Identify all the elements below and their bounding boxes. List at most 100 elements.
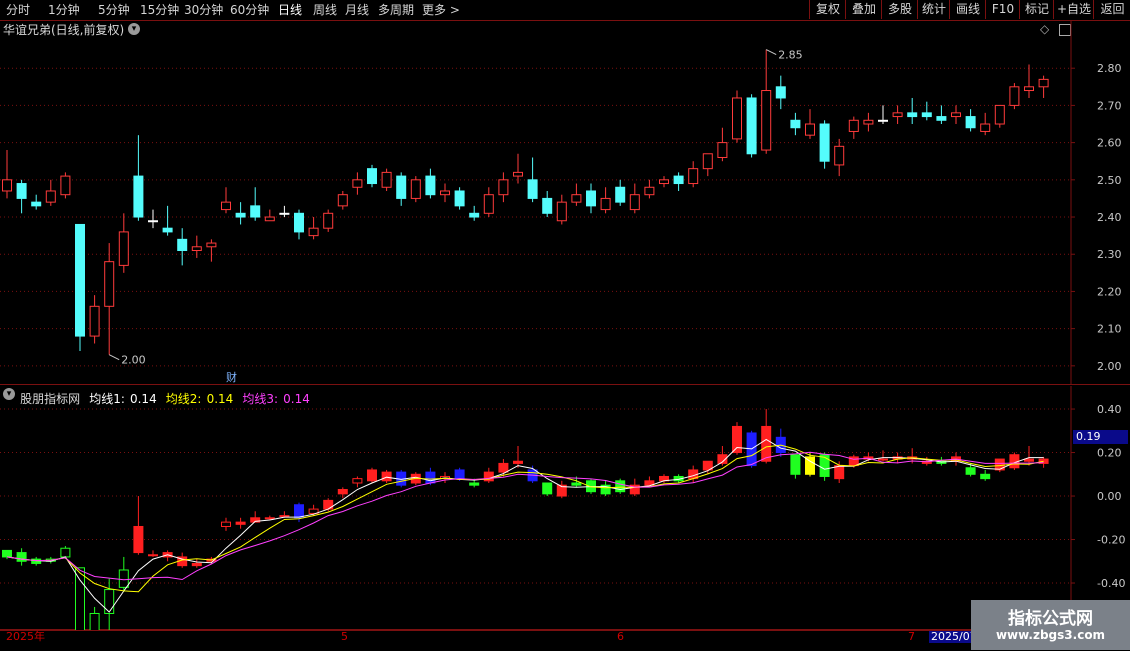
event-marker: 财 — [226, 370, 237, 384]
candle — [498, 172, 509, 203]
y-tick-label: 2.80 — [1097, 62, 1122, 75]
candle-body — [367, 168, 377, 185]
candle — [191, 559, 202, 568]
period-monthly[interactable]: 月线 — [345, 2, 369, 18]
candle-body — [323, 212, 334, 229]
candle-body — [556, 201, 567, 222]
period-30min[interactable]: 30分钟 — [184, 2, 223, 18]
candle — [396, 172, 407, 206]
candle-body — [761, 90, 772, 151]
candle-body — [221, 201, 231, 211]
candle — [483, 187, 494, 218]
candle-body — [264, 517, 275, 520]
statistics-button[interactable]: 统计 — [917, 0, 950, 19]
candle — [352, 172, 363, 195]
period-fenshi[interactable]: 分时 — [6, 2, 30, 18]
candle-body — [162, 227, 173, 233]
period-1min[interactable]: 1分钟 — [48, 2, 80, 18]
candle-body — [75, 223, 85, 337]
candle-body — [16, 183, 27, 199]
y-tick-label: -0.40 — [1097, 577, 1125, 590]
candle — [221, 517, 231, 531]
candle — [31, 556, 42, 566]
candle-body — [673, 175, 684, 185]
candle-body — [133, 175, 144, 218]
add-watchlist-button[interactable]: +自选 — [1053, 0, 1094, 19]
high-pointer — [765, 49, 777, 56]
draw-line-button[interactable]: 画线 — [949, 0, 986, 19]
candle-body — [761, 425, 772, 462]
candle-body — [60, 547, 71, 558]
candle — [440, 183, 450, 203]
candle-body — [1024, 458, 1034, 462]
candle — [294, 209, 304, 240]
candle-body — [527, 179, 538, 199]
candle-body — [454, 190, 465, 207]
candle — [556, 194, 567, 225]
candle-body — [965, 467, 976, 475]
candle — [556, 480, 567, 499]
candle — [89, 606, 100, 630]
candle — [410, 176, 421, 203]
back-button[interactable]: 返回 — [1093, 0, 1130, 19]
candle-body — [644, 186, 655, 196]
candle — [118, 213, 129, 273]
candle — [381, 469, 392, 483]
period-15min[interactable]: 15分钟 — [140, 2, 179, 18]
period-more[interactable]: 更多 > — [422, 2, 460, 18]
candle — [469, 205, 480, 221]
candle-body — [1009, 86, 1020, 106]
candle-body — [352, 478, 363, 484]
candle — [264, 209, 275, 222]
candle — [659, 176, 669, 188]
candle-body — [469, 482, 480, 486]
candle-body — [104, 589, 115, 614]
candle — [221, 187, 231, 214]
y-tick-label: 2.50 — [1097, 174, 1122, 187]
period-60min[interactable]: 60分钟 — [230, 2, 269, 18]
candle-body — [89, 612, 100, 630]
candle-body — [294, 504, 304, 519]
candle-body — [571, 482, 582, 486]
candle-body — [221, 521, 231, 527]
candle — [571, 183, 582, 206]
candle-body — [250, 205, 261, 218]
f10-button[interactable]: F10 — [985, 0, 1020, 19]
multi-stock-button[interactable]: 多股 — [881, 0, 918, 19]
candle-body — [89, 305, 100, 337]
candle-body — [337, 194, 348, 207]
candle-body — [206, 242, 217, 248]
candle — [454, 187, 465, 210]
candle — [542, 190, 553, 218]
low-price-label: 2.00 — [121, 354, 146, 367]
candle-body — [440, 190, 450, 196]
candle — [16, 548, 27, 566]
candle — [133, 135, 144, 221]
candle — [483, 467, 494, 483]
candle — [425, 168, 436, 199]
candle — [527, 157, 538, 203]
candle — [1009, 83, 1020, 110]
candle — [235, 202, 246, 225]
period-5min[interactable]: 5分钟 — [98, 2, 130, 18]
period-multi[interactable]: 多周期 — [378, 2, 414, 18]
candle-body — [586, 190, 596, 207]
candle-body — [615, 186, 626, 203]
candle — [629, 183, 640, 214]
date-label-july: 7 — [908, 630, 915, 643]
restore-rights-button[interactable]: 复权 — [809, 0, 846, 19]
candle-body — [469, 212, 480, 218]
overlay-button[interactable]: 叠加 — [845, 0, 882, 19]
candle — [542, 482, 553, 497]
candle-body — [410, 179, 421, 199]
period-daily[interactable]: 日线 — [278, 2, 302, 18]
mark-button[interactable]: 标记 — [1019, 0, 1054, 19]
candle — [702, 153, 713, 177]
candle-body — [542, 482, 553, 495]
candle-body — [352, 179, 363, 188]
candle-body — [104, 261, 115, 307]
candle-body — [323, 499, 334, 510]
candle — [1024, 64, 1034, 98]
candle-body — [483, 194, 494, 214]
period-weekly[interactable]: 周线 — [313, 2, 337, 18]
